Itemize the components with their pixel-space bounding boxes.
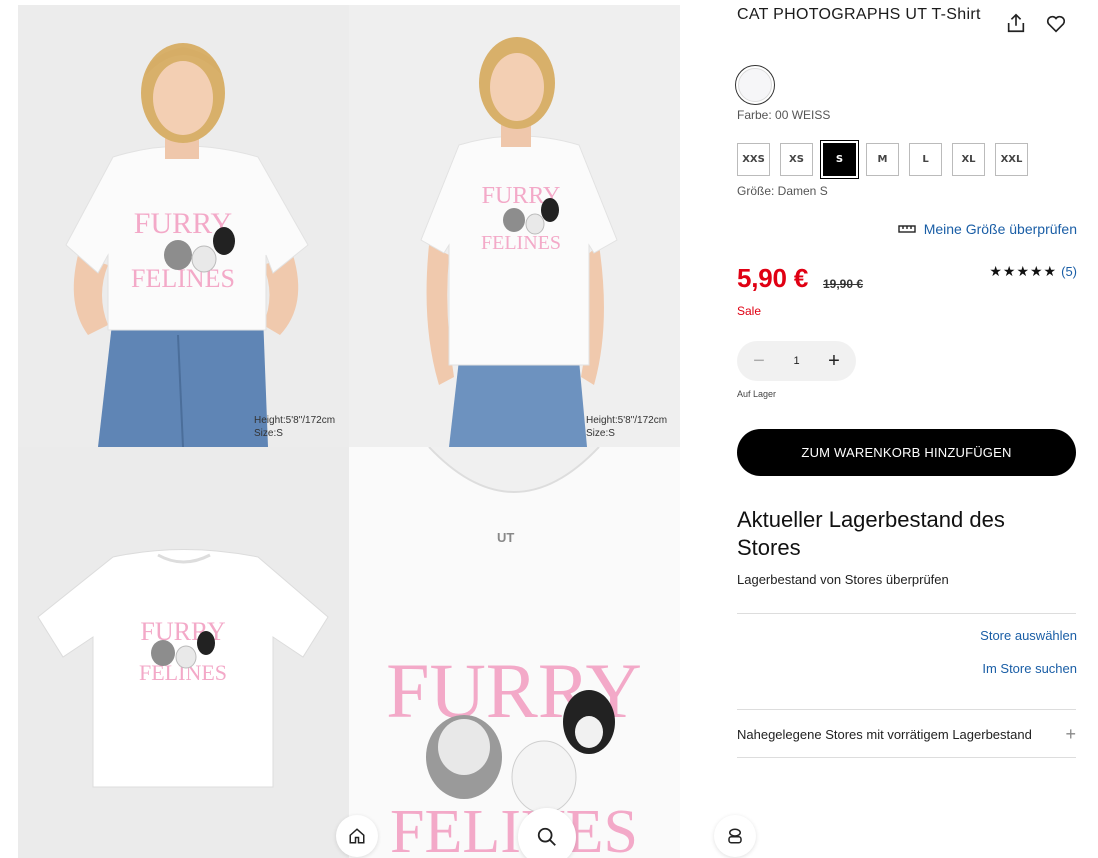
stock-status: Auf Lager: [737, 389, 777, 399]
sale-price: 5,90 €: [737, 263, 809, 293]
size-selector: XXS XS S M L XL XXL: [737, 140, 1028, 179]
product-image-gallery: FURRY FELINES Height:5'8"/172cm Size:S F…: [18, 5, 680, 858]
size-option-xxl[interactable]: XXL: [995, 143, 1028, 176]
size-option-m[interactable]: M: [866, 143, 899, 176]
quantity-value: 1: [793, 355, 800, 367]
select-store-link[interactable]: Store auswählen: [980, 628, 1077, 643]
size-option-xs[interactable]: XS: [780, 143, 813, 176]
store-stock-heading: Aktueller Lagerbestand des Stores: [737, 507, 1005, 560]
neck-label: UT: [497, 530, 514, 545]
product-image-model-front-2[interactable]: FURRY FELINES Height:5'8"/172cm Size:S: [349, 5, 680, 447]
nearby-stores-accordion[interactable]: Nahegelegene Stores mit vorrätigem Lager…: [737, 724, 1076, 745]
model-size: Size:S: [254, 428, 283, 439]
model-size: Size:S: [586, 428, 615, 439]
print-text-felines: FELINES: [481, 232, 561, 254]
sale-badge: Sale: [737, 304, 762, 318]
search-in-store-link[interactable]: Im Store suchen: [982, 661, 1077, 676]
nearby-stores-label: Nahegelegene Stores mit vorrätigem Lager…: [737, 727, 1032, 742]
check-size-label: Meine Größe überprüfen: [923, 221, 1077, 237]
check-store-stock-text: Lagerbestand von Stores überprüfen: [737, 572, 949, 587]
size-option-s[interactable]: S: [820, 140, 859, 179]
quantity-decrease-button[interactable]: −: [749, 350, 769, 373]
size-option-l[interactable]: L: [909, 143, 942, 176]
ruler-icon: [897, 225, 916, 233]
print-text-felines: FELINES: [390, 798, 638, 858]
quantity-stepper: − 1 +: [737, 341, 856, 381]
product-rating[interactable]: ★★★★★ (5): [989, 263, 1077, 280]
share-icon[interactable]: [1005, 12, 1027, 34]
size-option-xl[interactable]: XL: [952, 143, 985, 176]
home-button[interactable]: [336, 815, 378, 857]
model-info: Height:5'8"/172cm Size:S: [586, 414, 667, 440]
color-label: Farbe: 00 WEISS: [737, 108, 831, 122]
check-size-link[interactable]: Meine Größe überprüfen: [897, 221, 1077, 237]
search-icon: [537, 827, 556, 846]
model-height: Height:5'8"/172cm: [254, 415, 336, 426]
divider: [737, 757, 1076, 758]
original-price: 19,90 €: [823, 277, 864, 291]
size-label: Größe: Damen S: [737, 184, 828, 198]
size-option-xxs[interactable]: XXS: [737, 143, 770, 176]
review-count[interactable]: (5): [1061, 264, 1077, 279]
add-to-cart-button[interactable]: ZUM WARENKORB HINZUFÜGEN: [737, 429, 1076, 476]
color-swatch-fill: [738, 68, 772, 102]
model-info: Height:5'8"/172cm Size:S: [254, 414, 335, 440]
product-image-print-closeup[interactable]: UT FURRY FELINES: [349, 447, 680, 858]
product-title: CAT PHOTOGRAPHS UT T-Shirt: [737, 6, 981, 23]
home-icon: [349, 828, 365, 844]
color-swatch-white[interactable]: [735, 65, 775, 105]
star-rating-icon: ★★★★★: [989, 263, 1058, 279]
quantity-increase-button[interactable]: +: [824, 350, 844, 373]
divider: [737, 709, 1076, 710]
product-image-model-front[interactable]: FURRY FELINES Height:5'8"/172cm Size:S: [18, 5, 349, 447]
heart-icon[interactable]: [1045, 13, 1067, 35]
product-details-panel: CAT PHOTOGRAPHS UT T-Shirt Farbe: 00 WEI…: [735, 0, 1077, 858]
search-button[interactable]: [518, 808, 576, 858]
product-image-flat-lay[interactable]: FURRY FELINES: [18, 447, 349, 858]
divider: [737, 613, 1076, 614]
model-height: Height:5'8"/172cm: [586, 415, 668, 426]
expand-plus-icon: +: [1065, 724, 1076, 744]
